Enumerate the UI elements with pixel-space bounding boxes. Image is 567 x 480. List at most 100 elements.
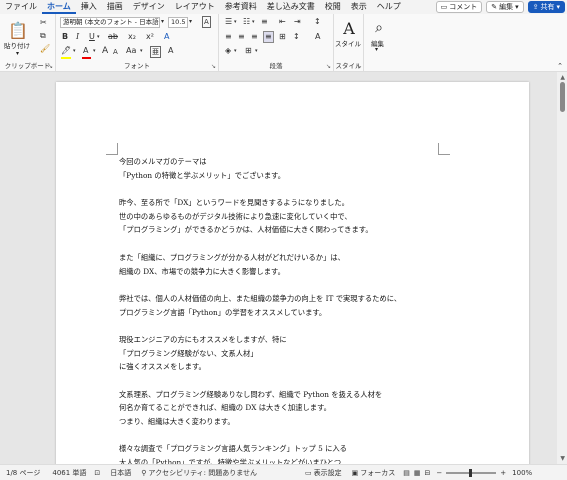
font-color-icon[interactable]: A: [83, 46, 88, 56]
clear-formatting-icon[interactable]: A: [202, 16, 211, 28]
highlight-dropdown-icon[interactable]: ▾: [73, 46, 76, 56]
bullets-dropdown-icon[interactable]: ▾: [234, 17, 237, 27]
zoom-level[interactable]: 100%: [512, 469, 532, 477]
language-status[interactable]: 日本語: [110, 468, 131, 478]
numbering-icon[interactable]: ☷: [243, 17, 250, 27]
collapse-ribbon-icon[interactable]: ⌃: [557, 62, 563, 70]
styles-group: A スタイル スタイル ↘: [334, 14, 364, 72]
comment-button[interactable]: ▭ コメント: [435, 1, 483, 13]
tab-7[interactable]: 差し込み文書: [262, 0, 320, 14]
scroll-up-icon[interactable]: ▲: [560, 74, 565, 81]
paste-icon[interactable]: 📋: [8, 20, 28, 40]
font-name-dropdown-icon[interactable]: ▾: [161, 17, 164, 27]
bullets-icon[interactable]: ☰: [225, 17, 232, 27]
underline-dropdown-icon[interactable]: ▾: [97, 32, 100, 42]
editing-group: ⌕ 編集 ▾: [364, 14, 394, 72]
comment-icon: ▭: [440, 3, 448, 11]
edit-mode-button[interactable]: ✎ 編集 ▾: [486, 1, 524, 13]
clipboard-launcher-icon[interactable]: ↘: [48, 63, 53, 70]
borders-icon[interactable]: ⊞: [245, 46, 252, 56]
styles-button[interactable]: スタイル: [335, 38, 361, 48]
font-size-dropdown-icon[interactable]: ▾: [189, 17, 192, 27]
share-label: 共有: [540, 3, 555, 11]
font-color-dropdown-icon[interactable]: ▾: [93, 46, 96, 56]
text-effects-icon[interactable]: A: [164, 32, 169, 42]
tab-9[interactable]: 表示: [346, 0, 372, 14]
tab-2[interactable]: 挿入: [76, 0, 102, 14]
paragraph-label: 段落: [269, 62, 283, 70]
share-button[interactable]: ⇪ 共有 ▾: [527, 1, 565, 13]
scroll-down-icon[interactable]: ▼: [560, 455, 565, 462]
zoom-in-icon[interactable]: +: [500, 469, 506, 477]
tab-10[interactable]: ヘルプ: [372, 0, 406, 14]
sort-icon[interactable]: ↕: [314, 17, 321, 27]
line-spacing-icon[interactable]: ↕: [293, 32, 300, 42]
highlight-icon[interactable]: 🖊: [61, 46, 71, 56]
distributed-icon[interactable]: ⊞: [279, 32, 286, 42]
display-settings-button[interactable]: 表示設定: [314, 468, 342, 478]
increase-indent-icon[interactable]: ⇥: [294, 17, 301, 27]
tab-6[interactable]: 参考資料: [220, 0, 262, 14]
tab-8[interactable]: 校閲: [320, 0, 346, 14]
font-name-select[interactable]: 游明朝 (本文のフォント - 日本語: [60, 17, 160, 28]
document-page[interactable]: 今回のメルマガのテーマは 「Python の特徴と学ぶメリット」でございます。 昨今…: [56, 82, 529, 464]
chevron-down-icon: ▾: [515, 3, 519, 11]
paste-button[interactable]: 貼り付け: [4, 40, 30, 50]
zoom-out-icon[interactable]: −: [436, 469, 442, 477]
align-left-icon[interactable]: ≡: [225, 32, 232, 42]
shading-icon[interactable]: ◈: [225, 46, 231, 56]
align-right-icon[interactable]: ≡: [251, 32, 258, 42]
strikethrough-icon[interactable]: ab: [108, 32, 118, 42]
accessibility-icon: ⚲: [141, 468, 147, 477]
multilevel-list-icon[interactable]: ≡: [261, 17, 268, 27]
decrease-indent-icon[interactable]: ⇤: [279, 17, 286, 27]
character-border-icon[interactable]: A: [168, 46, 173, 56]
styles-launcher-icon[interactable]: ↘: [356, 63, 361, 70]
document-body[interactable]: 今回のメルマガのテーマは 「Python の特徴と学ぶメリット」でございます。 昨今…: [119, 155, 459, 464]
zoom-slider[interactable]: [446, 468, 497, 477]
proofing-icon[interactable]: ⊡: [94, 469, 100, 477]
cut-icon[interactable]: ✂: [40, 18, 47, 28]
paragraph-launcher-icon[interactable]: ↘: [326, 63, 331, 70]
zoom-slider-thumb[interactable]: [469, 468, 473, 477]
copy-icon[interactable]: ⧉: [40, 31, 46, 41]
format-painter-icon[interactable]: 🖌: [40, 44, 50, 54]
justify-icon[interactable]: ≡: [263, 31, 274, 43]
underline-icon[interactable]: U: [89, 32, 95, 42]
change-case-dropdown-icon[interactable]: ▾: [140, 46, 143, 56]
tab-5[interactable]: レイアウト: [170, 0, 220, 14]
styles-icon[interactable]: A: [339, 18, 359, 38]
phonetic-guide-icon[interactable]: 亜: [150, 46, 161, 58]
shrink-font-icon[interactable]: A: [113, 47, 118, 57]
borders-dropdown-icon[interactable]: ▾: [255, 46, 258, 56]
tab-0[interactable]: ファイル: [0, 0, 42, 14]
vertical-scrollbar[interactable]: ▲ ▼: [557, 72, 567, 464]
read-mode-icon[interactable]: ▤: [403, 469, 410, 477]
tab-1[interactable]: ホーム: [42, 0, 76, 14]
grow-font-icon[interactable]: A: [102, 46, 108, 56]
editing-dropdown-icon[interactable]: ▾: [375, 46, 378, 53]
font-launcher-icon[interactable]: ↘: [211, 63, 216, 70]
shading-dropdown-icon[interactable]: ▾: [234, 46, 237, 56]
paste-dropdown-icon[interactable]: ▾: [16, 50, 19, 57]
search-icon[interactable]: ⌕: [369, 18, 389, 38]
scroll-thumb[interactable]: [560, 82, 565, 112]
asian-layout-icon[interactable]: A: [315, 32, 320, 42]
web-layout-icon[interactable]: ⊟: [425, 469, 431, 477]
document-line: プログラミング言語「Python」の学習をオススメしています。: [119, 307, 327, 317]
bold-icon[interactable]: B: [62, 32, 68, 42]
align-center-icon[interactable]: ≡: [238, 32, 245, 42]
print-layout-icon[interactable]: ▦: [414, 469, 421, 477]
tab-4[interactable]: デザイン: [128, 0, 170, 14]
page-count[interactable]: 1/8 ページ: [6, 468, 40, 478]
superscript-icon[interactable]: x²: [146, 32, 154, 42]
tab-3[interactable]: 描画: [102, 0, 128, 14]
subscript-icon[interactable]: x₂: [128, 32, 136, 42]
font-size-select[interactable]: 10.5: [168, 17, 188, 28]
focus-button[interactable]: フォーカス: [360, 468, 395, 478]
word-count[interactable]: 4061 単語: [52, 468, 86, 478]
change-case-icon[interactable]: Aa: [126, 46, 136, 56]
numbering-dropdown-icon[interactable]: ▾: [252, 17, 255, 27]
italic-icon[interactable]: I: [76, 32, 79, 42]
accessibility-status[interactable]: アクセシビリティ: 問題ありません: [148, 468, 257, 478]
